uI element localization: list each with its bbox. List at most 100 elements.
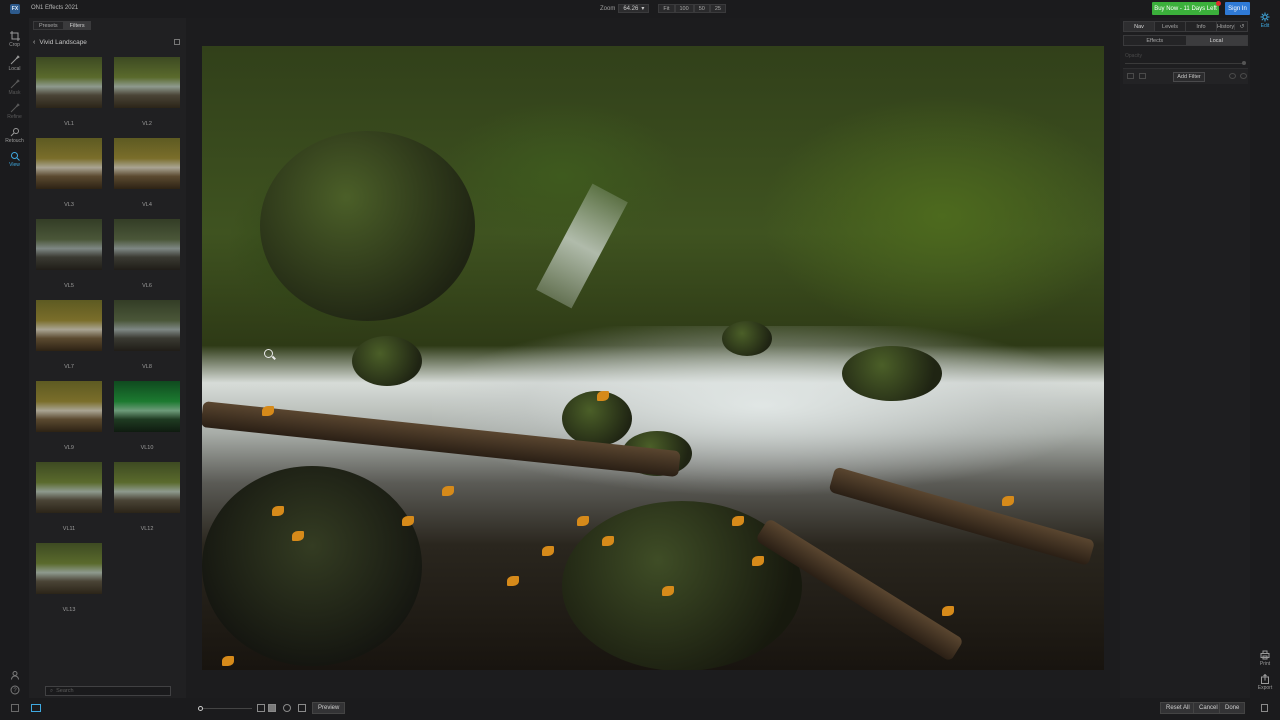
brush-icon bbox=[10, 55, 20, 65]
panel-toggle-icon[interactable] bbox=[11, 704, 19, 712]
preset-thumb[interactable]: VL4 bbox=[114, 138, 180, 208]
preset-preview bbox=[114, 300, 180, 351]
image-canvas[interactable] bbox=[186, 18, 1120, 698]
tab-history[interactable]: History ↺ bbox=[1217, 22, 1247, 31]
search-icon: ⌕ bbox=[50, 687, 54, 694]
sign-in-button[interactable]: Sign In bbox=[1225, 2, 1250, 15]
tab-nav[interactable]: Nav bbox=[1124, 22, 1155, 31]
zoom-fit-button[interactable]: Fit bbox=[658, 4, 675, 13]
preview-button[interactable]: Preview bbox=[312, 702, 346, 714]
preset-thumb[interactable]: VL9 bbox=[36, 381, 102, 451]
buy-now-button[interactable]: Buy Now - 11 Days Left bbox=[1152, 2, 1219, 15]
preset-thumb[interactable]: VL11 bbox=[36, 462, 102, 532]
layer-icon[interactable] bbox=[1127, 73, 1134, 79]
preset-thumb[interactable]: VL12 bbox=[114, 462, 180, 532]
tab-effects[interactable]: Effects bbox=[1124, 36, 1186, 45]
tab-levels[interactable]: Levels bbox=[1155, 22, 1186, 31]
tool-refine[interactable]: Refine bbox=[0, 103, 29, 120]
user-icon[interactable] bbox=[0, 670, 29, 681]
reset-all-button[interactable]: Reset All bbox=[1160, 702, 1196, 714]
preset-thumb[interactable]: VL1 bbox=[36, 57, 102, 127]
opacity-slider[interactable]: Opacity bbox=[1125, 53, 1247, 65]
app-logo-icon: FX bbox=[10, 4, 20, 14]
tool-view-label: View bbox=[9, 162, 20, 168]
tab-history-label: History bbox=[1217, 23, 1236, 30]
brush-size-slider[interactable] bbox=[198, 706, 252, 711]
dark-rock bbox=[352, 336, 422, 386]
opacity-track bbox=[1125, 63, 1245, 64]
preset-preview bbox=[36, 381, 102, 432]
preset-thumb[interactable]: VL10 bbox=[114, 381, 180, 451]
bottom-bar: Preview Reset All Cancel Done bbox=[0, 698, 1280, 720]
preset-preview bbox=[114, 381, 180, 432]
preset-thumb[interactable]: VL6 bbox=[114, 219, 180, 289]
printer-icon bbox=[1260, 650, 1270, 660]
preset-thumb[interactable]: VL3 bbox=[36, 138, 102, 208]
print-label: Print bbox=[1259, 661, 1271, 667]
autumn-leaf bbox=[222, 656, 234, 666]
zoom-25-button[interactable]: 25 bbox=[709, 4, 726, 13]
overlay-icon[interactable] bbox=[283, 704, 291, 712]
autumn-leaf bbox=[942, 606, 954, 616]
preset-thumb[interactable]: VL7 bbox=[36, 300, 102, 370]
preset-label: VL9 bbox=[64, 445, 74, 451]
waterfall bbox=[536, 183, 628, 309]
tool-crop[interactable]: Crop bbox=[0, 31, 29, 48]
zoom-input[interactable]: 64.26 ▾ bbox=[618, 4, 650, 13]
preset-thumb[interactable]: VL13 bbox=[36, 543, 102, 613]
tool-local[interactable]: Local bbox=[0, 55, 29, 72]
opacity-label: Opacity bbox=[1125, 53, 1142, 59]
preset-thumb[interactable]: VL5 bbox=[36, 219, 102, 289]
mask-toggle-icon[interactable] bbox=[1139, 73, 1146, 79]
mode-tabs: Effects Local bbox=[1123, 35, 1248, 46]
tab-filters[interactable]: Filters bbox=[63, 21, 91, 30]
retouch-icon bbox=[10, 128, 19, 137]
tab-presets[interactable]: Presets bbox=[33, 21, 64, 30]
chevron-down-icon: ▾ bbox=[641, 6, 645, 12]
grid-view-icon[interactable] bbox=[174, 39, 180, 45]
split-view-icon[interactable] bbox=[298, 704, 306, 712]
preset-preview bbox=[114, 462, 180, 513]
photo-preview[interactable] bbox=[202, 46, 1104, 670]
zoom-presets: Fit 100 50 25 bbox=[658, 4, 726, 13]
crop-icon bbox=[9, 31, 20, 41]
preset-label: VL10 bbox=[140, 445, 154, 451]
add-filter-button[interactable]: Add Filter bbox=[1173, 72, 1205, 82]
stream-water bbox=[432, 326, 1104, 526]
print-button[interactable]: Print bbox=[1250, 650, 1280, 667]
preset-thumb[interactable]: VL2 bbox=[114, 57, 180, 127]
search-placeholder: Search bbox=[56, 688, 74, 694]
tab-info[interactable]: Info bbox=[1186, 22, 1217, 31]
mask-view-icon[interactable] bbox=[268, 704, 276, 712]
preset-thumb[interactable]: VL8 bbox=[114, 300, 180, 370]
preset-browser: Presets Filters ‹ Vivid Landscape VL1 VL… bbox=[29, 18, 186, 698]
settings-icon[interactable] bbox=[1229, 73, 1236, 79]
module-edit[interactable]: Edit bbox=[1250, 12, 1280, 29]
tool-view[interactable]: View bbox=[0, 151, 29, 168]
tool-retouch[interactable]: Retouch bbox=[0, 127, 29, 144]
tab-local[interactable]: Local bbox=[1185, 36, 1247, 45]
reset-icon[interactable] bbox=[1240, 73, 1247, 79]
compare-icon[interactable] bbox=[257, 704, 265, 712]
filmstrip-toggle-icon[interactable] bbox=[31, 704, 41, 712]
app-title: ON1 Effects 2021 bbox=[31, 5, 79, 11]
panel-collapse-icon[interactable] bbox=[1261, 704, 1268, 712]
opacity-knob[interactable] bbox=[1242, 61, 1246, 65]
export-button[interactable]: Export bbox=[1250, 674, 1280, 691]
slider-knob[interactable] bbox=[198, 706, 203, 711]
tool-local-label: Local bbox=[8, 66, 21, 72]
chevron-left-icon[interactable]: ‹ bbox=[33, 39, 35, 46]
autumn-leaf bbox=[442, 486, 454, 496]
preset-preview bbox=[36, 138, 102, 189]
mossy-boulder bbox=[260, 131, 475, 321]
tool-mask[interactable]: Mask bbox=[0, 79, 29, 96]
zoom-value: 64.26 bbox=[623, 5, 639, 12]
history-icon: ↺ bbox=[1237, 23, 1247, 30]
done-button[interactable]: Done bbox=[1219, 702, 1246, 714]
search-input[interactable]: ⌕ Search bbox=[45, 686, 171, 696]
zoom-50-button[interactable]: 50 bbox=[693, 4, 710, 13]
help-icon[interactable]: ? bbox=[0, 685, 29, 696]
zoom-100-button[interactable]: 100 bbox=[674, 4, 694, 13]
autumn-leaf bbox=[292, 531, 304, 541]
view-icon bbox=[10, 152, 20, 161]
